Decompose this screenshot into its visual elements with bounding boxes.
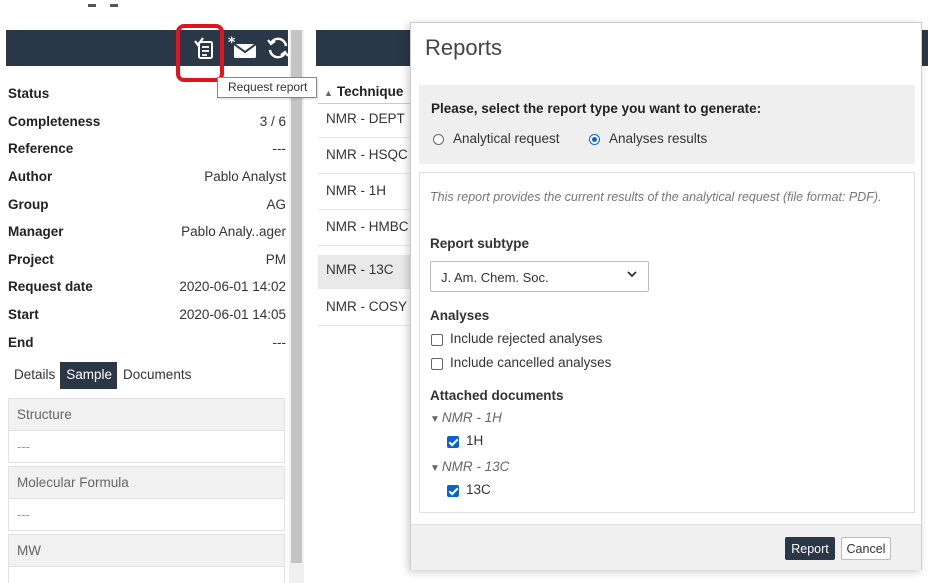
include-cancelled-checkbox[interactable] (431, 358, 443, 370)
caret-down-icon: ▼ (430, 463, 440, 474)
report-subtype-select[interactable]: J. Am. Chem. Soc. (430, 261, 649, 292)
prop-row: Request date 2020-06-01 14:02 (8, 273, 286, 301)
chevron-down-icon (626, 268, 638, 283)
reports-dialog: Reports Please, select the report type y… (410, 22, 922, 570)
column-header-label: Technique (336, 84, 404, 99)
technique-row[interactable]: NMR - COSY (318, 292, 410, 326)
tab-documents[interactable]: Documents (117, 362, 196, 389)
tab-sample[interactable]: Sample (60, 362, 118, 389)
field-label: Structure (8, 398, 285, 431)
report-options-section: This report provides the current results… (419, 172, 915, 513)
mw-field: MW --- (8, 534, 285, 583)
doc-group-nmr-13c[interactable]: ▼ NMR - 13C (430, 459, 509, 474)
technique-column-header[interactable]: ▲ Technique (318, 80, 410, 104)
prop-label: Status (8, 86, 50, 102)
tooltip: Request report (217, 77, 317, 98)
structure-field: Structure --- (8, 398, 285, 463)
prop-label: Completeness (8, 113, 101, 129)
prop-label: Manager (8, 224, 64, 240)
scrollbar-thumb[interactable] (291, 30, 302, 563)
sample-tabs: Details Sample Documents (8, 362, 196, 389)
dialog-title: Reports (425, 35, 503, 60)
technique-row[interactable]: NMR - 1H (318, 176, 410, 210)
technique-row[interactable]: NMR - HMBC (318, 212, 410, 246)
field-value: --- (8, 431, 285, 463)
field-label: Molecular Formula (8, 466, 285, 499)
report-subtype-heading: Report subtype (430, 236, 530, 251)
caret-down-icon: ▼ (430, 414, 440, 425)
prop-row: Reference --- (8, 135, 286, 163)
window-control (110, 4, 118, 7)
radio-label[interactable]: Analyses results (609, 131, 707, 146)
include-rejected-checkbox[interactable] (431, 334, 443, 346)
prop-row: Group AG (8, 190, 286, 218)
prop-value: --- (272, 334, 287, 350)
prop-value: --- (272, 141, 287, 157)
field-value: --- (8, 567, 285, 583)
prop-value: Pablo Analy..ager (181, 224, 286, 240)
send-email-icon[interactable]: * (227, 34, 259, 62)
cancel-button[interactable]: Cancel (841, 537, 891, 560)
radio-analytical-request[interactable] (433, 134, 444, 145)
prop-value: 3 / 6 (259, 113, 286, 129)
tab-details[interactable]: Details (8, 362, 60, 389)
doc-13c-checkbox[interactable] (447, 485, 459, 497)
window-control (88, 4, 96, 7)
prop-label: Project (8, 251, 54, 267)
prop-label: Group (8, 196, 49, 212)
report-description: This report provides the current results… (430, 190, 882, 204)
prop-row: End --- (8, 328, 286, 356)
technique-row[interactable]: NMR - HSQC (318, 140, 410, 174)
radio-analyses-results[interactable] (589, 134, 600, 145)
report-button[interactable]: Report (785, 537, 835, 560)
prop-value: Pablo Analyst (204, 169, 286, 185)
field-label: MW (8, 534, 285, 567)
left-panel-header: * (6, 30, 291, 66)
technique-row[interactable]: NMR - DEPT (318, 104, 410, 138)
prop-value: 2020-06-01 14:05 (179, 307, 286, 323)
prop-row: Manager Pablo Analy..ager (8, 218, 286, 246)
prop-row: Completeness 3 / 6 (8, 108, 286, 136)
dialog-footer: Report Cancel (411, 524, 921, 570)
sort-asc-icon: ▲ (324, 88, 333, 98)
prop-value: 2020-06-01 14:02 (179, 279, 286, 295)
technique-row-selected[interactable]: NMR - 13C (318, 255, 410, 289)
prop-label: Reference (8, 141, 74, 157)
analyses-heading: Analyses (430, 308, 490, 323)
checkbox-label[interactable]: Include cancelled analyses (450, 355, 611, 370)
attached-documents-heading: Attached documents (430, 388, 564, 403)
field-value: --- (8, 499, 285, 531)
prop-row: Author Pablo Analyst (8, 163, 286, 191)
prop-value: AG (266, 196, 286, 212)
request-properties: Status Completeness 3 / 6 Reference --- Au… (8, 80, 286, 356)
doc-group-label: NMR - 1H (441, 410, 502, 425)
prop-label: Start (8, 307, 39, 323)
radio-label[interactable]: Analytical request (453, 131, 560, 146)
prop-row: Start 2020-06-01 14:05 (8, 301, 286, 329)
prop-value: PM (265, 251, 286, 267)
highlight-box (176, 24, 224, 82)
report-type-prompt: Please, select the report type you want … (431, 101, 762, 116)
prop-label: Request date (8, 279, 93, 295)
refresh-icon[interactable] (265, 34, 291, 62)
molecular-formula-field: Molecular Formula --- (8, 466, 285, 531)
report-type-section: Please, select the report type you want … (419, 85, 915, 164)
select-value: J. Am. Chem. Soc. (441, 270, 549, 285)
doc-group-label: NMR - 13C (441, 459, 510, 474)
doc-group-nmr-1h[interactable]: ▼ NMR - 1H (430, 410, 502, 425)
checkbox-label[interactable]: 13C (466, 482, 491, 497)
prop-row: Project PM (8, 246, 286, 274)
prop-label: End (8, 334, 34, 350)
checkbox-label[interactable]: Include rejected analyses (450, 331, 602, 346)
prop-label: Author (8, 169, 53, 185)
doc-1h-checkbox[interactable] (447, 436, 459, 448)
checkbox-label[interactable]: 1H (466, 433, 483, 448)
